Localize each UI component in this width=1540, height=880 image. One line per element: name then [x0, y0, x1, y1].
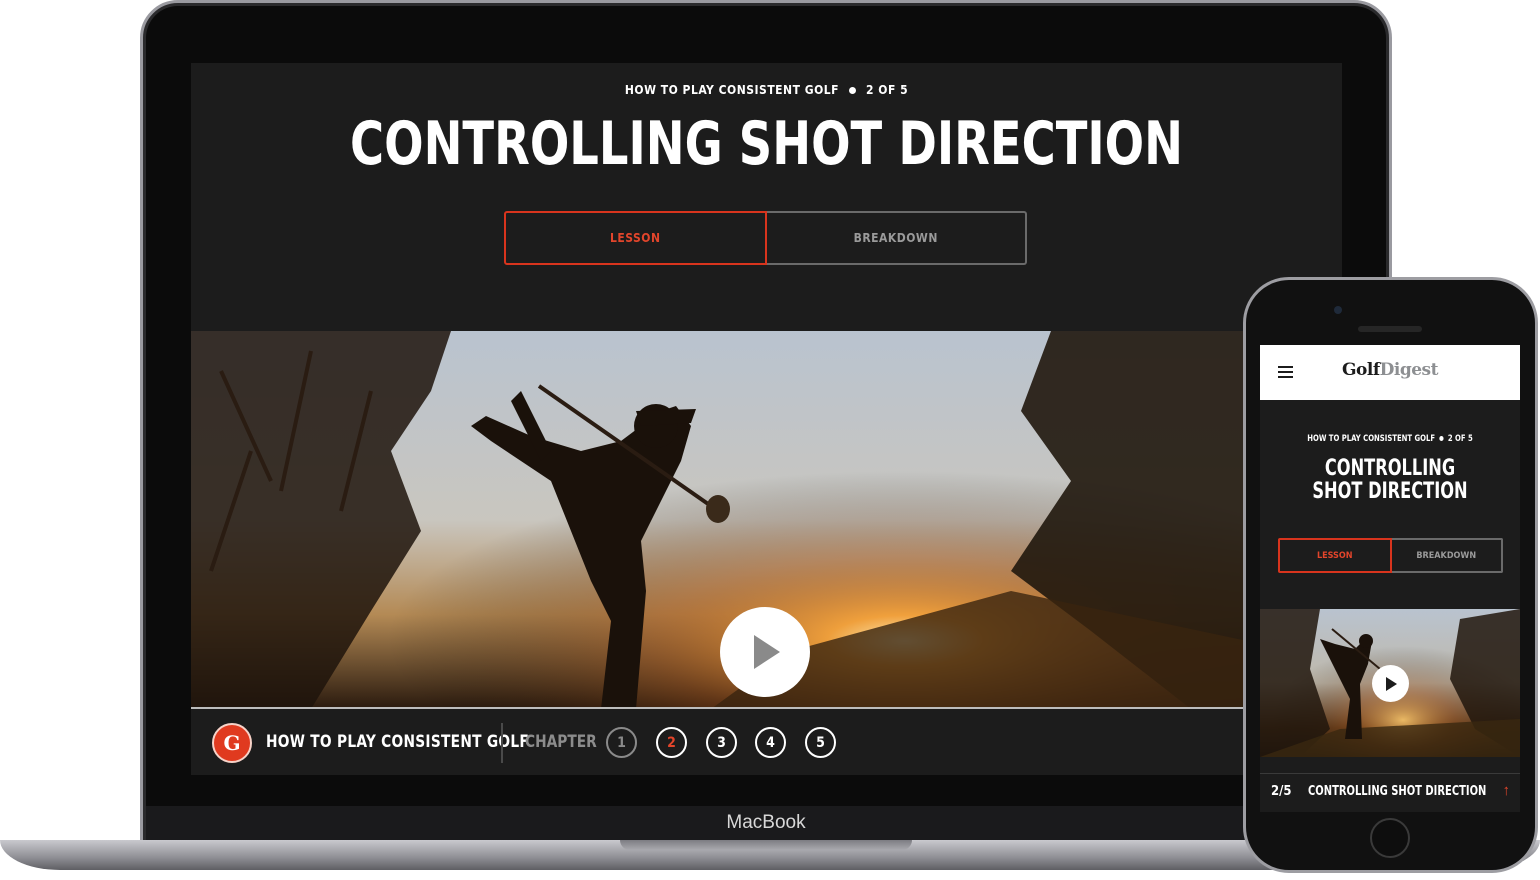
chapter-4-button[interactable]: 4 — [755, 727, 786, 758]
mobile-lesson-position: 2 OF 5 — [1447, 434, 1473, 444]
mobile-progress: 2/5 — [1271, 784, 1292, 799]
mobile-series-name: HOW TO PLAY CONSISTENT GOLF — [1307, 434, 1436, 444]
phone-screen: GolfDigest HOW TO PLAY CONSISTENT GOLF 2 … — [1260, 345, 1520, 812]
lesson-tabs: LESSON BREAKDOWN — [504, 211, 1027, 265]
mobile-tab-breakdown[interactable]: BREAKDOWN — [1391, 538, 1503, 573]
page-title: CONTROLLING SHOT DIRECTION — [350, 109, 1183, 179]
laptop-notch — [620, 840, 912, 850]
mobile-header: GolfDigest — [1260, 345, 1520, 400]
mobile-video-player[interactable] — [1260, 609, 1520, 757]
play-button[interactable] — [720, 607, 810, 697]
tab-lesson[interactable]: LESSON — [504, 211, 767, 265]
series-name: HOW TO PLAY CONSISTENT GOLF — [624, 83, 840, 97]
golf-digest-schools-logo: G — [212, 723, 252, 763]
separator-dot — [1439, 435, 1444, 441]
chapter-3-button[interactable]: 3 — [706, 727, 737, 758]
play-icon — [754, 635, 780, 669]
chapter-5-button[interactable]: 5 — [805, 727, 836, 758]
phone-speaker — [1358, 326, 1422, 332]
phone-home-button — [1370, 818, 1410, 858]
phone-camera — [1334, 306, 1342, 314]
arrow-up-icon[interactable]: ↑ — [1503, 782, 1511, 799]
macbook-label: MacBook — [726, 812, 806, 833]
chapter-1-button[interactable]: 1 — [606, 727, 637, 758]
mobile-tab-lesson[interactable]: LESSON — [1278, 538, 1392, 573]
golf-digest-logo[interactable]: GolfDigest — [1260, 360, 1520, 380]
laptop-screen: HOW TO PLAY CONSISTENT GOLF 2 OF 5 CONTRO… — [191, 63, 1342, 775]
video-player[interactable] — [191, 331, 1342, 709]
chapter-2-button[interactable]: 2 — [656, 727, 687, 758]
play-icon — [1385, 676, 1397, 691]
logo-golf: Golf — [1342, 360, 1380, 380]
mobile-current-lesson: CONTROLLING SHOT DIRECTION — [1308, 784, 1487, 799]
mobile-page-title: CONTROLLING SHOT DIRECTION — [1312, 456, 1468, 504]
lesson-position: 2 OF 5 — [866, 83, 909, 97]
course-footer: G HOW TO PLAY CONSISTENT GOLF CHAPTER 1 … — [191, 709, 1342, 775]
logo-digest: Digest — [1379, 360, 1439, 380]
mobile-lesson-tabs: LESSON BREAKDOWN — [1278, 538, 1503, 573]
lesson-eyebrow: HOW TO PLAY CONSISTENT GOLF 2 OF 5 — [191, 83, 1342, 97]
separator-dot — [849, 86, 857, 94]
chapter-label: CHAPTER — [525, 732, 597, 752]
mobile-lesson-eyebrow: HOW TO PLAY CONSISTENT GOLF 2 OF 5 — [1280, 434, 1501, 444]
footer-divider — [501, 723, 503, 763]
mobile-lesson-footer[interactable]: 2/5 CONTROLLING SHOT DIRECTION ↑ — [1260, 773, 1520, 812]
mobile-play-button[interactable] — [1372, 665, 1409, 702]
course-title: HOW TO PLAY CONSISTENT GOLF — [266, 732, 530, 752]
tab-breakdown[interactable]: BREAKDOWN — [766, 211, 1027, 265]
